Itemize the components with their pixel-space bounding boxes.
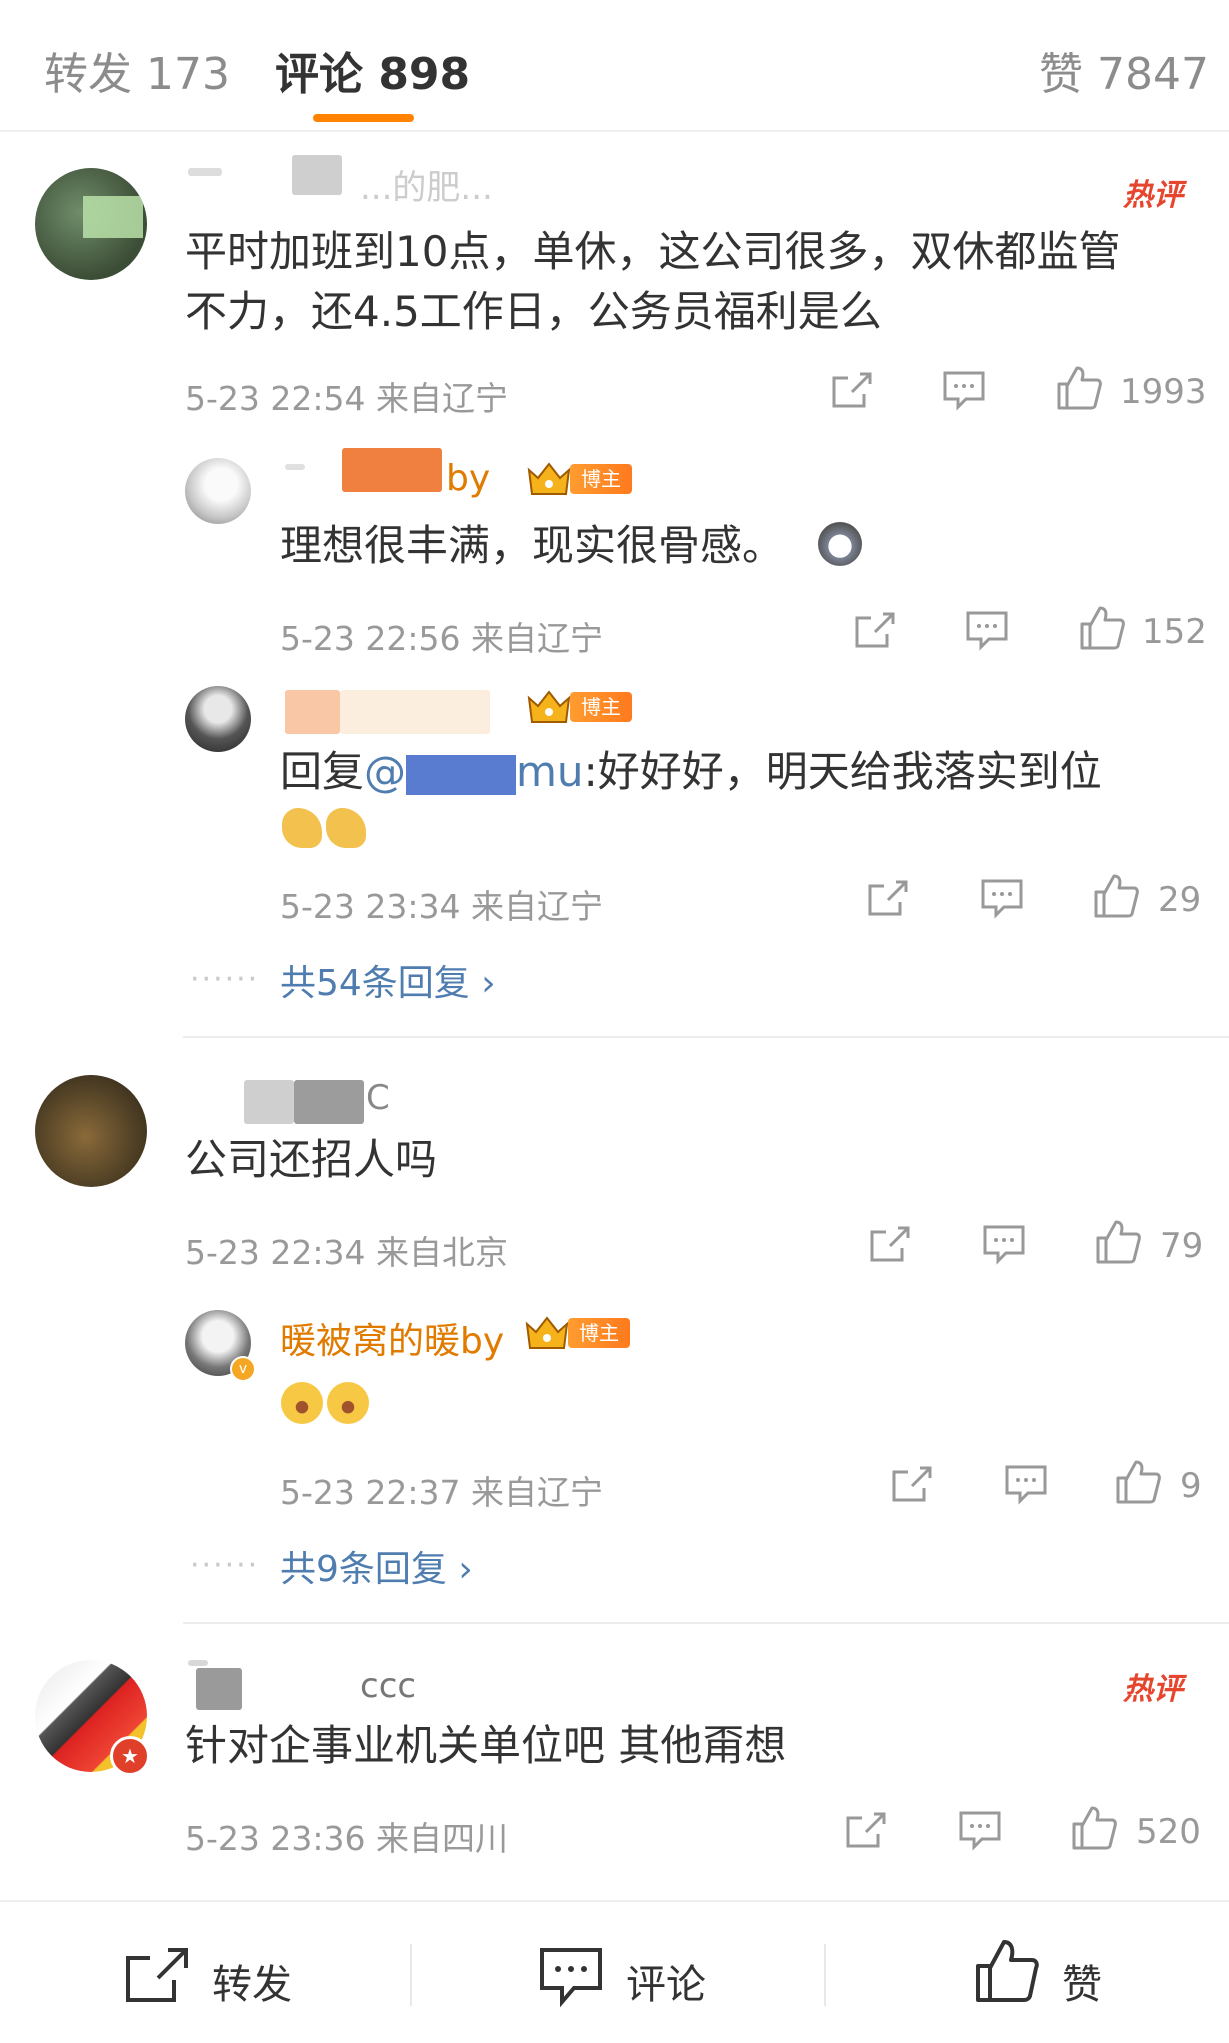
- reply-author-name[interactable]: by: [446, 458, 490, 499]
- repost-icon[interactable]: [890, 1464, 934, 1504]
- comment-icon[interactable]: [942, 370, 986, 412]
- comment-text: 不力，还4.5工作日，公务员福利是么: [185, 287, 882, 336]
- repost-icon: [126, 1948, 188, 2002]
- mention-link[interactable]: @: [364, 747, 406, 796]
- name-redaction: [244, 1080, 294, 1124]
- comment-tabs: 转发 173 评论 898 赞 7847: [0, 0, 1229, 132]
- repost-icon[interactable]: [853, 610, 897, 650]
- mention-link[interactable]: mu: [516, 747, 584, 796]
- like-count: 79: [1160, 1226, 1204, 1266]
- view-more-replies-link[interactable]: 共54条回复 ›: [280, 954, 496, 1006]
- crown-icon: [527, 462, 571, 495]
- comment-text: 平时加班到10点，单休，这公司很多，双休都监管: [185, 227, 1121, 276]
- more-dots: ······: [190, 1548, 260, 1583]
- comment-icon: [540, 1948, 602, 2008]
- reply-meta: 5-23 22:56 来自辽宁: [280, 619, 603, 658]
- comment-icon[interactable]: [1004, 1464, 1048, 1506]
- name-redaction: [285, 464, 305, 470]
- reply-meta: 5-23 23:34 来自辽宁: [280, 887, 603, 926]
- like-count: 29: [1158, 880, 1202, 920]
- name-redaction: [285, 690, 340, 734]
- bottom-separator: [824, 1944, 826, 2006]
- tab-likes[interactable]: 赞 7847: [1039, 38, 1209, 102]
- comment-divider: [183, 1622, 1229, 1624]
- avatar[interactable]: [35, 1075, 147, 1187]
- crown-icon: [525, 1316, 569, 1349]
- repost-icon[interactable]: [844, 1810, 888, 1850]
- like-count: 152: [1142, 612, 1207, 652]
- name-redaction: [340, 690, 490, 734]
- avatar[interactable]: [35, 168, 147, 280]
- commenter-name[interactable]: ccc: [360, 1666, 416, 1706]
- like-icon[interactable]: [1078, 604, 1126, 652]
- crown-icon: [527, 690, 571, 723]
- name-redaction: [196, 1668, 242, 1710]
- comment-text: 公司还招人吗: [185, 1135, 438, 1184]
- like-icon: [976, 1940, 1039, 2002]
- active-tab-indicator: [313, 114, 414, 122]
- name-redaction: [342, 448, 442, 492]
- comment-text: 针对企事业机关单位吧 其他甭想: [185, 1721, 787, 1770]
- comment-meta: 5-23 22:54 来自辽宁: [185, 379, 508, 418]
- like-icon[interactable]: [1092, 872, 1140, 920]
- comment-meta: 5-23 22:34 来自北京: [185, 1233, 508, 1272]
- husky-emoji-icon: [818, 522, 862, 566]
- commenter-name[interactable]: ...的肥...: [360, 160, 493, 209]
- bottom-action-bar: 转发 评论 赞: [0, 1900, 1229, 2043]
- tab-comments[interactable]: 评论 898: [275, 38, 470, 102]
- comment-icon[interactable]: [982, 1224, 1026, 1266]
- tab-repost[interactable]: 转发 173: [44, 38, 230, 102]
- comment-icon[interactable]: [980, 878, 1024, 920]
- mention-redaction: [406, 754, 517, 795]
- name-redaction: [292, 155, 342, 195]
- avatar[interactable]: [185, 458, 251, 524]
- more-dots: ······: [190, 962, 260, 997]
- comment-meta: 5-23 23:36 来自四川: [185, 1819, 508, 1858]
- bottom-separator: [410, 1944, 412, 2006]
- name-redaction: [188, 168, 222, 176]
- comment-icon[interactable]: [965, 610, 1009, 652]
- star-badge-icon: ★: [110, 1736, 150, 1776]
- like-count: 9: [1180, 1466, 1202, 1506]
- verified-icon: v: [230, 1356, 256, 1382]
- like-icon[interactable]: [1055, 364, 1103, 412]
- repost-icon[interactable]: [868, 1224, 912, 1264]
- comment-divider: [183, 1036, 1229, 1038]
- hot-comment-badge: 热评: [1123, 178, 1183, 213]
- name-redaction: [188, 1660, 208, 1666]
- repost-icon[interactable]: [830, 370, 874, 410]
- hot-comment-badge: 热评: [1123, 1672, 1183, 1707]
- reply-text: 理想很丰满，现实很骨感。: [280, 521, 785, 570]
- reply-meta: 5-23 22:37 来自辽宁: [280, 1473, 603, 1512]
- repost-icon[interactable]: [866, 878, 910, 918]
- name-redaction: [294, 1080, 364, 1124]
- view-more-replies-link[interactable]: 共9条回复 ›: [280, 1540, 473, 1592]
- avatar[interactable]: [185, 686, 251, 752]
- like-icon[interactable]: [1114, 1458, 1162, 1506]
- like-count: 1993: [1120, 372, 1207, 412]
- reply-text: 回复@ mu:好好好，明天给我落实到位: [280, 747, 1102, 796]
- like-count: 520: [1136, 1812, 1201, 1852]
- like-icon[interactable]: [1070, 1804, 1118, 1852]
- like-icon[interactable]: [1094, 1218, 1142, 1266]
- reply-author-name[interactable]: 暖被窝的暖by: [280, 1312, 504, 1364]
- commenter-name[interactable]: C: [366, 1078, 390, 1118]
- comment-icon[interactable]: [958, 1810, 1002, 1852]
